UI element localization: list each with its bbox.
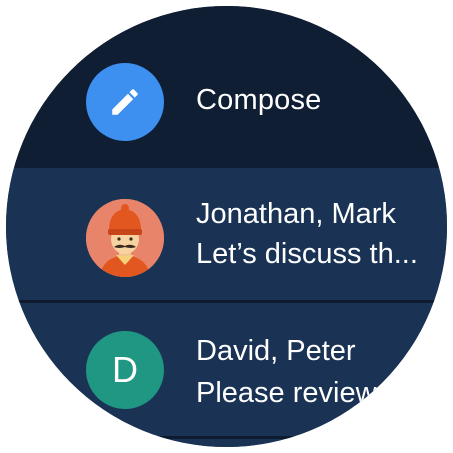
person-with-mustache-avatar-icon <box>86 199 164 277</box>
message-senders: Jonathan, Mark <box>196 198 396 230</box>
avatar: D <box>86 331 164 409</box>
message-item[interactable]: D David, Peter Please review <box>6 303 447 447</box>
message-preview: Let’s discuss th... <box>196 238 418 270</box>
compose-label: Compose <box>196 84 322 116</box>
message-senders: David, Peter <box>196 335 356 367</box>
compose-button[interactable] <box>86 63 164 141</box>
avatar <box>86 199 164 277</box>
pencil-icon <box>112 89 138 115</box>
divider <box>6 436 447 439</box>
message-preview: Please review <box>196 377 377 409</box>
message-item[interactable]: Jonathan, Mark Let’s discuss th... <box>6 168 447 300</box>
avatar-letter: D <box>112 349 138 390</box>
watch-screen: Compose Jonathan, Mark Let’s discuss th.… <box>6 6 447 447</box>
compose-row[interactable]: Compose <box>6 6 447 168</box>
